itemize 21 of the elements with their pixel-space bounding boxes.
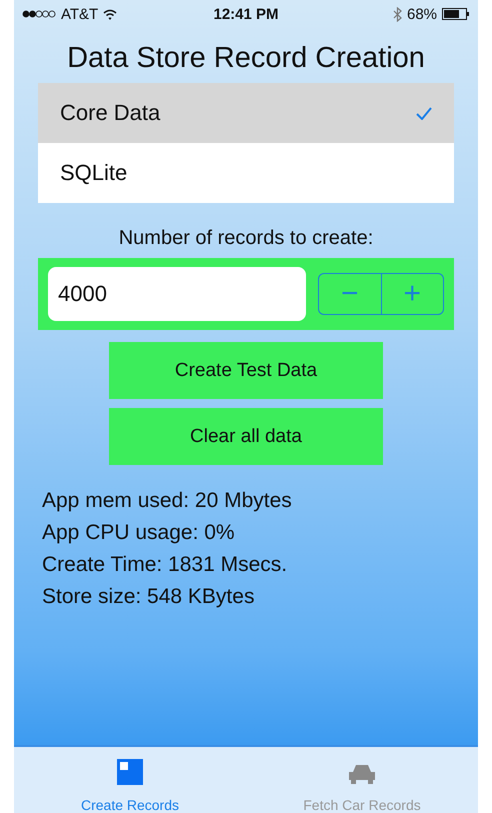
stat-line: App CPU usage: 0% [42, 521, 236, 545]
car-icon [348, 763, 376, 785]
battery-icon [442, 8, 470, 20]
checkmark-icon [416, 106, 432, 120]
action-button[interactable]: Clear all data [109, 408, 383, 465]
wifi-icon [103, 8, 118, 20]
square-icon [117, 759, 143, 785]
records-input[interactable]: 4000 [48, 267, 306, 321]
stat-line: Store size: 548 KBytes [42, 585, 256, 609]
action-button[interactable]: Create Test Data [109, 342, 383, 399]
store-option[interactable]: Core Data [38, 83, 454, 143]
stat-line: App mem used: 20 Mbytes [42, 489, 293, 513]
screen-title: Data Store Record Creation [66, 41, 426, 76]
battery-percent: 68% [406, 6, 438, 22]
carrier-name: AT&T [61, 6, 98, 22]
stat-line: Create Time: 1831 Msecs. [42, 553, 288, 577]
bluetooth-icon [392, 6, 402, 22]
signal-icon [22, 10, 56, 18]
store-option[interactable]: SQLite [38, 143, 454, 203]
records-label: Number of records to create: [118, 227, 374, 250]
status-time: 12:41 PM [213, 6, 279, 22]
